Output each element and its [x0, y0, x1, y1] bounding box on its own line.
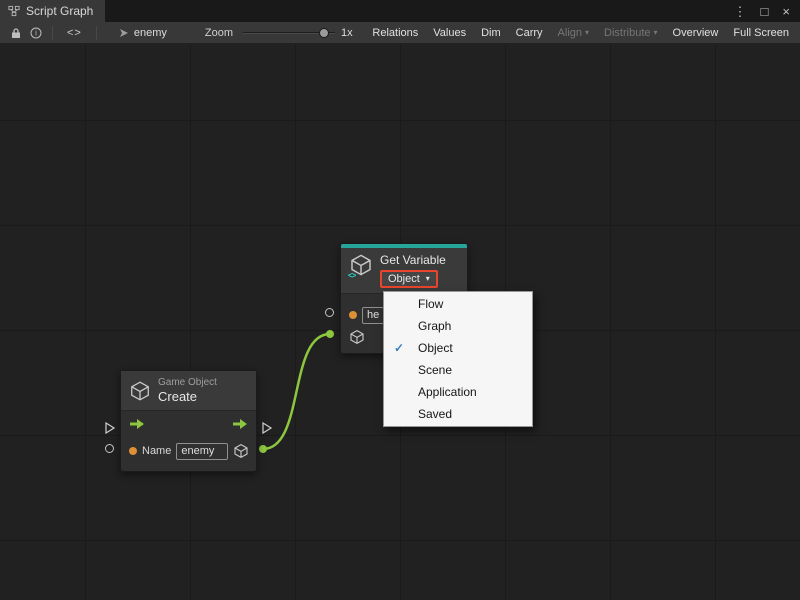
info-icon[interactable]: i — [26, 24, 46, 42]
variable-kind-dropdown[interactable]: Object ▾ — [380, 270, 438, 288]
node-body: Name — [121, 415, 256, 471]
menu-item-flow[interactable]: Flow — [384, 293, 532, 315]
dim-button[interactable]: Dim — [476, 25, 506, 41]
svg-text:i: i — [35, 28, 37, 37]
flow-output-arrow-icon[interactable] — [232, 417, 248, 435]
name-input-port-circle[interactable] — [105, 444, 114, 453]
node-category: Game Object — [158, 377, 217, 389]
object-port-cube-icon[interactable] — [349, 329, 365, 345]
values-button[interactable]: Values — [428, 25, 471, 41]
node-create-game-object[interactable]: Game Object Create Name — [120, 370, 257, 472]
distribute-dropdown-button: Distribute ▾ — [599, 25, 662, 41]
menu-item-application[interactable]: Application — [384, 381, 532, 403]
toolbar-separator — [96, 26, 97, 40]
check-icon: ✓ — [394, 337, 404, 359]
tab-title: Script Graph — [26, 4, 93, 18]
lock-icon[interactable] — [6, 24, 26, 42]
toolbar-buttons: Relations Values Dim Carry Align ▾ Distr… — [367, 25, 796, 41]
string-port-dot[interactable] — [349, 311, 357, 319]
name-port-label: Name — [142, 445, 171, 457]
node-title: Get Variable — [380, 253, 446, 267]
graph-canvas[interactable]: <> Get Variable Object ▾ — [0, 45, 800, 600]
input-port-circle[interactable] — [325, 308, 334, 317]
wire-source-port[interactable] — [259, 445, 267, 453]
node-title: Create — [158, 389, 217, 404]
name-input[interactable] — [176, 443, 228, 460]
graph-toolbar: i <> enemy Zoom 1x Relations Values Dim … — [0, 22, 800, 44]
menu-item-graph[interactable]: Graph — [384, 315, 532, 337]
code-view-icon[interactable]: <> — [67, 27, 82, 39]
flow-input-port-triangle[interactable] — [104, 421, 116, 433]
script-graph-window: Script Graph ⋮ □ × i <> enemy Zoom 1x Re… — [0, 0, 800, 600]
string-port-dot[interactable] — [129, 447, 137, 455]
relations-button[interactable]: Relations — [367, 25, 423, 41]
menu-item-scene[interactable]: Scene — [384, 359, 532, 381]
fullscreen-button[interactable]: Full Screen — [728, 25, 794, 41]
menu-item-saved[interactable]: Saved — [384, 403, 532, 425]
carry-button[interactable]: Carry — [511, 25, 548, 41]
node-header: <> Get Variable Object ▾ — [341, 248, 467, 294]
title-bar: Script Graph ⋮ □ × — [0, 0, 800, 22]
maximize-icon[interactable]: □ — [761, 5, 769, 18]
window-menu-icon[interactable]: ⋮ — [734, 5, 747, 18]
wire-target-port[interactable] — [326, 330, 334, 338]
result-port-cube-icon[interactable] — [233, 443, 249, 459]
graph-owner[interactable]: enemy — [119, 27, 167, 39]
overview-button[interactable]: Overview — [668, 25, 724, 41]
chevron-down-icon: ▾ — [585, 29, 589, 37]
variable-cube-icon: <> — [349, 253, 373, 277]
zoom-value: 1x — [341, 27, 353, 39]
script-graph-icon — [8, 5, 20, 17]
menu-item-object[interactable]: ✓ Object — [384, 337, 532, 359]
variable-kind-menu: Flow Graph ✓ Object Scene Application Sa… — [383, 291, 533, 427]
graph-owner-name: enemy — [134, 27, 167, 39]
zoom-slider[interactable] — [243, 26, 335, 40]
game-object-cube-icon — [129, 380, 151, 402]
owner-pointer-icon — [119, 28, 129, 38]
toolbar-separator — [52, 26, 53, 40]
code-badge-icon: <> — [348, 271, 355, 280]
close-icon[interactable]: × — [782, 5, 790, 18]
node-header: Game Object Create — [121, 371, 256, 411]
tab-script-graph[interactable]: Script Graph — [0, 0, 105, 22]
zoom-label: Zoom — [205, 27, 233, 39]
flow-output-port-triangle[interactable] — [261, 421, 273, 433]
align-dropdown-button: Align ▾ — [553, 25, 594, 41]
flow-input-arrow-icon[interactable] — [129, 417, 145, 435]
zoom-slider-knob[interactable] — [319, 28, 329, 38]
chevron-down-icon: ▾ — [654, 29, 658, 37]
window-controls: ⋮ □ × — [734, 0, 800, 22]
chevron-down-icon: ▾ — [426, 275, 430, 283]
